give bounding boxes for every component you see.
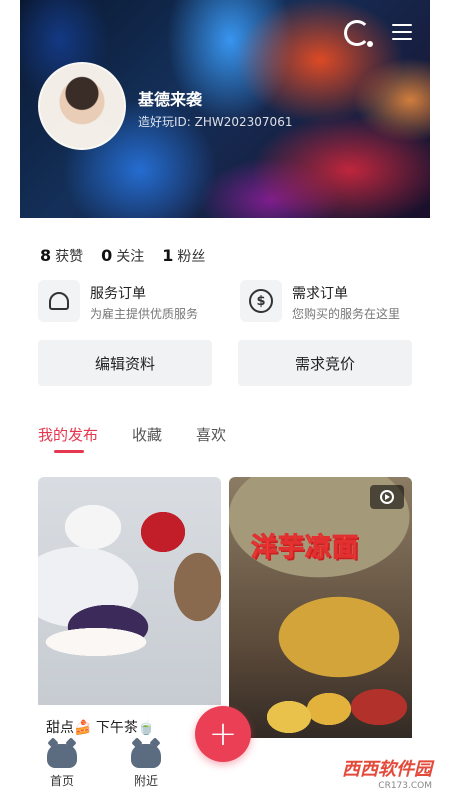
service-order-title: 服务订单: [90, 286, 146, 302]
demand-bid-button[interactable]: 需求竞价: [238, 340, 412, 386]
demand-order[interactable]: $ 需求订单 您购买的服务在这里: [240, 280, 430, 324]
demand-order-subtitle: 您购买的服务在这里: [292, 307, 401, 321]
handshake-heart-icon: [38, 280, 80, 322]
profile-banner: 基德来袭 造好玩ID: ZHW202307061: [20, 0, 430, 218]
nav-nearby[interactable]: 附近: [126, 744, 166, 789]
dollar-cycle-icon: $: [240, 280, 282, 322]
publish-button[interactable]: +: [195, 706, 251, 762]
menu-icon[interactable]: [392, 24, 412, 40]
user-id: 造好玩ID: ZHW202307061: [138, 115, 293, 129]
tab-favorites[interactable]: 收藏: [132, 424, 162, 445]
tab-likes[interactable]: 喜欢: [196, 424, 226, 445]
video-overlay-title: 洋芋凉面: [250, 533, 360, 564]
loading-icon[interactable]: [344, 20, 373, 47]
demand-order-title: 需求订单: [292, 286, 348, 302]
post-card[interactable]: 甜点🍰 下午茶🍵: [38, 477, 221, 757]
username: 基德来袭: [138, 90, 203, 109]
stat-following[interactable]: 0 关注: [101, 246, 144, 266]
service-order[interactable]: 服务订单 为雇主提供优质服务: [38, 280, 228, 324]
service-order-subtitle: 为雇主提供优质服务: [90, 307, 199, 321]
post-card[interactable]: 洋芋凉面: [229, 477, 412, 757]
watermark-logo: 西西软件园 CR173.COM: [342, 759, 432, 791]
stat-followers[interactable]: 1 粉丝: [162, 246, 205, 266]
nav-home[interactable]: 首页: [42, 744, 82, 789]
edit-profile-button[interactable]: 编辑资料: [38, 340, 212, 386]
noodle-video-image: [229, 477, 412, 757]
stats-row: 8 获赞 0 关注 1 粉丝: [40, 246, 205, 266]
play-icon: [370, 485, 404, 509]
content-tabs: 我的发布 收藏 喜欢: [38, 424, 226, 445]
stat-likes[interactable]: 8 获赞: [40, 246, 83, 266]
tab-active-indicator: [54, 450, 84, 453]
nearby-cat-icon: [131, 744, 161, 768]
home-cat-icon: [47, 744, 77, 768]
dessert-image: [38, 477, 221, 705]
tab-my-posts[interactable]: 我的发布: [38, 424, 98, 445]
avatar[interactable]: [38, 62, 126, 150]
post-caption: 甜点🍰 下午茶🍵: [46, 720, 156, 736]
